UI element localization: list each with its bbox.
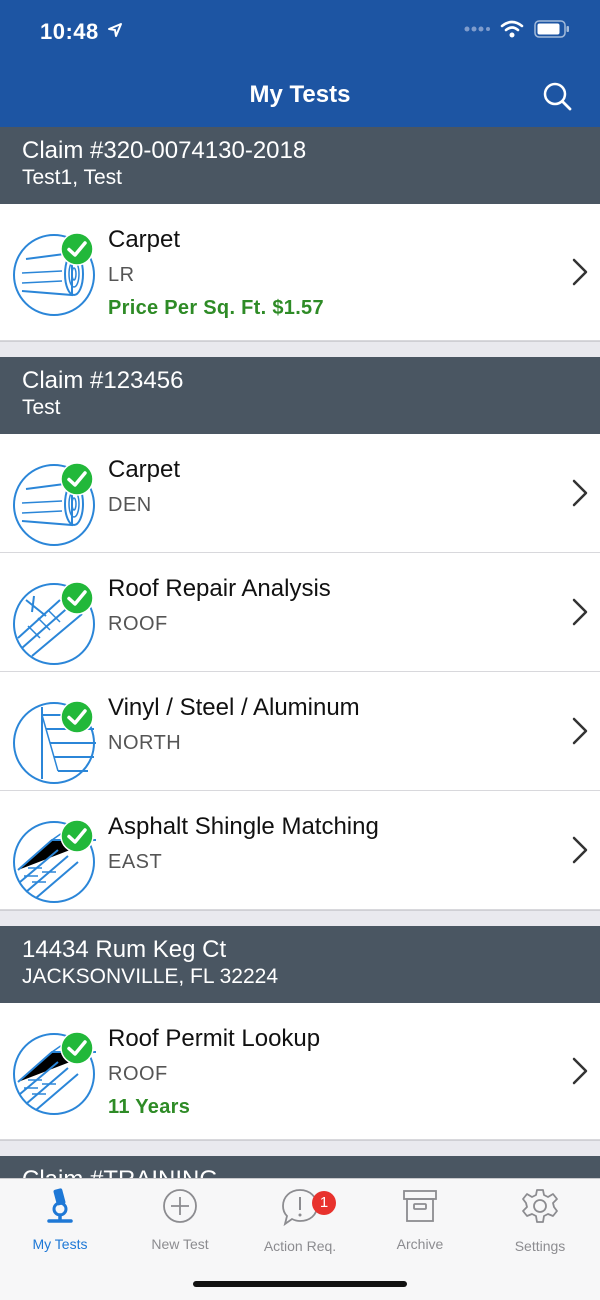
group-subtitle: Test1, Test — [22, 166, 122, 189]
home-indicator — [193, 1281, 407, 1287]
tab-archive[interactable]: Archive — [360, 1187, 480, 1252]
tab-label: Settings — [514, 1238, 566, 1254]
group-title: Claim #123456 — [22, 367, 184, 394]
chevron-right-icon — [570, 479, 590, 507]
tab-label: Archive — [396, 1236, 444, 1252]
test-location: ROOF — [108, 613, 168, 635]
test-result: 11 Years — [108, 1096, 191, 1118]
checkmark-icon — [60, 581, 94, 615]
microscope-icon — [47, 1188, 73, 1223]
group-header-claim-320: Claim #320-0074130-2018 Test1, Test — [0, 127, 600, 204]
tests-list: Claim #320-0074130-2018 Test1, Test Carp… — [0, 127, 600, 1233]
checkmark-icon — [60, 819, 94, 853]
chevron-right-icon — [570, 836, 590, 864]
section-gap — [0, 910, 600, 926]
group-subtitle: Test — [22, 396, 61, 419]
status-indicators — [464, 20, 570, 38]
test-name: Roof Permit Lookup — [108, 1025, 321, 1052]
test-row-siding[interactable]: Vinyl / Steel / Aluminum NORTH — [0, 672, 600, 791]
tab-my-tests[interactable]: My Tests — [0, 1187, 120, 1252]
test-location: NORTH — [108, 732, 182, 754]
chevron-right-icon — [570, 598, 590, 626]
chevron-right-icon — [570, 717, 590, 745]
checkmark-icon — [60, 232, 94, 266]
tab-action-required[interactable]: 1 Action Req. — [240, 1187, 360, 1254]
wifi-icon — [500, 20, 524, 38]
tab-settings[interactable]: Settings — [480, 1187, 600, 1254]
group-subtitle: JACKSONVILLE, FL 32224 — [22, 965, 279, 988]
test-row-carpet-lr[interactable]: Carpet LR Price Per Sq. Ft. $1.57 — [0, 204, 600, 341]
test-name: Carpet — [108, 456, 181, 483]
checkmark-icon — [60, 700, 94, 734]
test-row-carpet-den[interactable]: Carpet DEN — [0, 434, 600, 553]
test-location: EAST — [108, 851, 163, 873]
group-title: Claim #320-0074130-2018 — [22, 137, 307, 164]
search-icon[interactable] — [538, 77, 578, 117]
group-header-claim-123456: Claim #123456 Test — [0, 357, 600, 434]
test-location: ROOF — [108, 1063, 168, 1085]
test-location: DEN — [108, 494, 152, 516]
chevron-right-icon — [570, 258, 590, 286]
chevron-right-icon — [570, 1057, 590, 1085]
location-arrow-icon — [108, 23, 122, 37]
group-header-address: 14434 Rum Keg Ct JACKSONVILLE, FL 32224 — [0, 926, 600, 1003]
group-title: 14434 Rum Keg Ct — [22, 936, 227, 963]
test-row-roof-repair[interactable]: Roof Repair Analysis ROOF — [0, 553, 600, 672]
nav-header: 10:48 My Tests — [0, 0, 600, 127]
section-gap — [0, 341, 600, 357]
tab-label: Action Req. — [263, 1238, 337, 1254]
checkmark-icon — [60, 1031, 94, 1065]
page-title: My Tests — [249, 81, 351, 108]
tab-label: My Tests — [32, 1236, 88, 1252]
archive-box-icon — [403, 1190, 437, 1222]
plus-circle-icon — [163, 1189, 197, 1223]
test-row-shingle-matching[interactable]: Asphalt Shingle Matching EAST — [0, 791, 600, 910]
status-time: 10:48 — [40, 19, 99, 44]
tab-label: New Test — [151, 1236, 209, 1252]
tab-new-test[interactable]: New Test — [120, 1187, 240, 1252]
signal-dots-icon — [464, 26, 490, 32]
battery-icon — [534, 20, 569, 38]
test-name: Carpet — [108, 226, 181, 253]
test-name: Asphalt Shingle Matching — [108, 813, 379, 840]
test-row-roof-permit[interactable]: Roof Permit Lookup ROOF 11 Years — [0, 1003, 600, 1140]
test-name: Vinyl / Steel / Aluminum — [108, 694, 360, 721]
test-result: Price Per Sq. Ft. $1.57 — [108, 297, 324, 319]
test-name: Roof Repair Analysis — [108, 575, 331, 602]
section-gap — [0, 1140, 600, 1156]
test-location: LR — [108, 264, 135, 286]
checkmark-icon — [60, 462, 94, 496]
notification-badge: 1 — [312, 1191, 336, 1215]
gear-icon — [522, 1189, 558, 1223]
